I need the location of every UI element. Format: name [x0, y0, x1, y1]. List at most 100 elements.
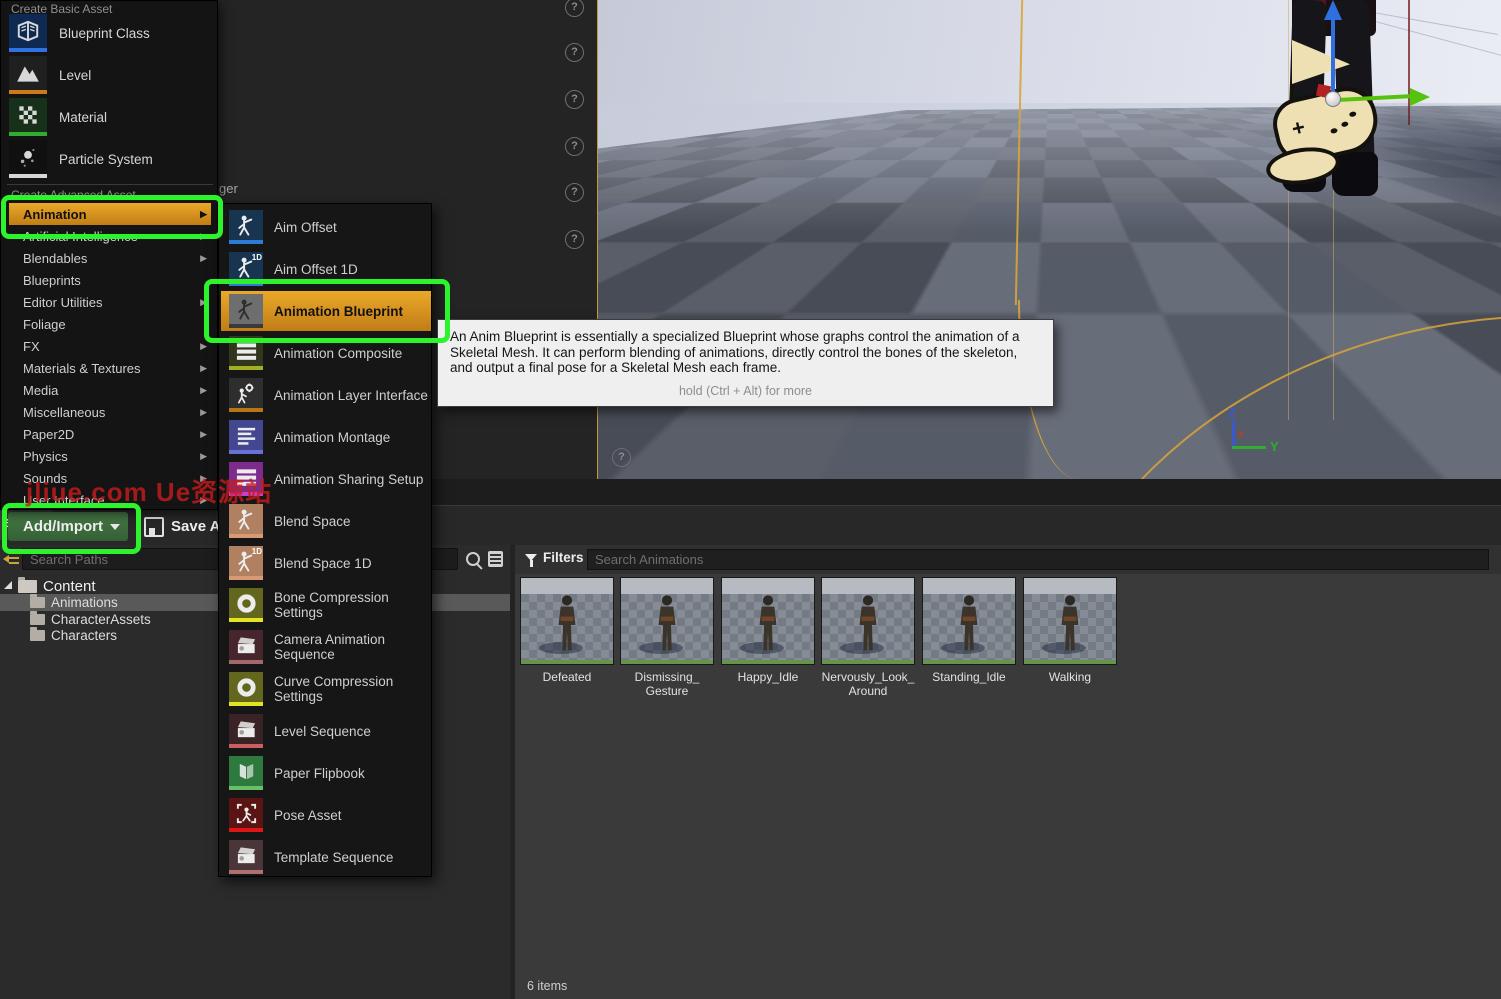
- menu-item-miscellaneous[interactable]: Miscellaneous ▶: [9, 401, 211, 423]
- menu-item-label: Animation Sharing Setup: [274, 472, 423, 487]
- menu-item-label: Aim Offset: [274, 220, 337, 235]
- viewport-help-icon[interactable]: ?: [612, 448, 631, 467]
- menu-item-particle-system[interactable]: Particle System: [9, 139, 211, 179]
- clipped-text-fragment: ger: [219, 181, 238, 196]
- help-icon[interactable]: ?: [565, 230, 584, 249]
- item-count-label: 6 items: [527, 979, 567, 993]
- menu-item-paper-flipbook[interactable]: Paper Flipbook: [221, 753, 429, 793]
- animation-layer-interface-icon: [229, 378, 263, 412]
- chevron-down-icon: [110, 524, 120, 530]
- menu-item-camera-animation-sequence[interactable]: Camera Animation Sequence: [221, 627, 429, 667]
- asset-label: Dismissing_ Gesture: [617, 670, 717, 698]
- menu-item-aim-offset-1d[interactable]: 1D Aim Offset 1D: [221, 249, 429, 289]
- submenu-arrow-icon: ▶: [200, 385, 207, 396]
- menu-item-materials-textures[interactable]: Materials & Textures ▶: [9, 357, 211, 379]
- menu-item-animation[interactable]: Animation ▶: [9, 203, 211, 225]
- material-icon: [9, 98, 47, 136]
- help-icon[interactable]: ?: [565, 43, 584, 62]
- menu-item-label: Blueprint Class: [59, 26, 150, 41]
- blend-space-1d-icon: 1D: [229, 546, 263, 580]
- menu-item-template-sequence[interactable]: Template Sequence: [221, 837, 429, 877]
- list-view-icon[interactable]: [488, 551, 503, 567]
- menu-item-aim-offset[interactable]: Aim Offset: [221, 207, 429, 247]
- menu-item-material[interactable]: Material: [9, 97, 211, 137]
- asset-tile-standing-idle[interactable]: Standing_Idle: [919, 577, 1019, 684]
- menu-item-animation-layer-interface[interactable]: Animation Layer Interface: [221, 375, 429, 415]
- pose-asset-icon: [229, 798, 263, 832]
- gizmo-origin-ball[interactable]: [1325, 91, 1341, 107]
- menu-item-user-interface[interactable]: User Interface ▶: [9, 489, 211, 511]
- help-icon[interactable]: ?: [565, 137, 584, 156]
- menu-item-blend-space[interactable]: Blend Space: [221, 501, 429, 541]
- asset-tile-dismissing-gesture[interactable]: Dismissing_ Gesture: [617, 577, 717, 698]
- menu-item-media[interactable]: Media ▶: [9, 379, 211, 401]
- menu-item-artificial-intelligence[interactable]: Artificial Intelligence ▶: [9, 225, 211, 247]
- menu-item-curve-compression-settings[interactable]: Curve Compression Settings: [221, 669, 429, 709]
- menu-item-foliage[interactable]: Foliage: [9, 313, 211, 335]
- menu-item-label: Aim Offset 1D: [274, 262, 358, 277]
- asset-filter-row: Filters: [515, 545, 1501, 574]
- search-icon[interactable]: [466, 552, 480, 566]
- menu-item-blendables[interactable]: Blendables ▶: [9, 247, 211, 269]
- submenu-arrow-icon: ▶: [200, 231, 207, 242]
- folder-icon: [30, 614, 45, 625]
- menu-item-bone-compression-settings[interactable]: Bone Compression Settings: [221, 585, 429, 625]
- help-icon[interactable]: ?: [565, 0, 584, 17]
- aim-offset-1d-icon: 1D: [229, 252, 263, 286]
- asset-tile-defeated[interactable]: Defeated: [517, 577, 617, 684]
- menu-item-label: Camera Animation Sequence: [274, 632, 429, 662]
- menu-item-label: Foliage: [23, 317, 66, 332]
- menu-item-animation-montage[interactable]: Animation Montage: [221, 417, 429, 457]
- menu-item-label: Level: [59, 68, 91, 83]
- help-icon[interactable]: ?: [565, 90, 584, 109]
- paper-flipbook-icon: [229, 756, 263, 790]
- submenu-arrow-icon: ▶: [200, 363, 207, 374]
- asset-thumbnail: [821, 577, 915, 665]
- tree-item-label: Characters: [51, 628, 117, 643]
- menu-item-label: Particle System: [59, 152, 153, 167]
- asset-label: Standing_Idle: [919, 670, 1019, 684]
- submenu-arrow-icon: ▶: [200, 451, 207, 462]
- gizmo-z-axis[interactable]: [1331, 18, 1335, 102]
- menu-item-label: Blueprints: [23, 273, 81, 288]
- menu-item-level-sequence[interactable]: Level Sequence: [221, 711, 429, 751]
- tooltip-hint: hold (Ctrl + Alt) for more: [450, 384, 1041, 398]
- menu-item-label: Level Sequence: [274, 724, 371, 739]
- asset-tile-happy-idle[interactable]: Happy_Idle: [718, 577, 818, 684]
- menu-item-blend-space-1d[interactable]: 1D Blend Space 1D: [221, 543, 429, 583]
- menu-item-blueprints[interactable]: Blueprints: [9, 269, 211, 291]
- viewport-3d[interactable]: + Z Y x ?: [597, 0, 1501, 481]
- menu-item-animation-blueprint[interactable]: Animation Blueprint: [221, 291, 431, 331]
- menu-item-label: Animation Blueprint: [274, 304, 403, 319]
- asset-label: Happy_Idle: [718, 670, 818, 684]
- submenu-arrow-icon: ▶: [200, 297, 207, 308]
- asset-thumbnail: [520, 577, 614, 665]
- menu-item-label: FX: [23, 339, 40, 354]
- gamepad-dpad: +: [1290, 118, 1312, 140]
- search-animations-input[interactable]: [587, 549, 1489, 570]
- add-import-label: Add/Import: [23, 518, 103, 535]
- menu-item-animation-composite[interactable]: Animation Composite: [221, 333, 429, 373]
- menu-item-label: Template Sequence: [274, 850, 393, 865]
- open-folder-icon: [18, 580, 37, 593]
- menu-item-level[interactable]: Level: [9, 55, 211, 95]
- menu-item-physics[interactable]: Physics ▶: [9, 445, 211, 467]
- submenu-arrow-icon: ▶: [200, 253, 207, 264]
- badge-1d: 1D: [252, 547, 262, 556]
- menu-item-pose-asset[interactable]: Pose Asset: [221, 795, 429, 835]
- tooltip-animation-blueprint: An Anim Blueprint is essentially a speci…: [437, 319, 1054, 407]
- add-import-button[interactable]: Add/Import: [8, 512, 128, 541]
- expand-arrow-icon[interactable]: [4, 581, 12, 589]
- animation-montage-icon: [229, 420, 263, 454]
- menu-item-fx[interactable]: FX ▶: [9, 335, 211, 357]
- asset-tile-nervously-look-around[interactable]: Nervously_Look_ Around: [818, 577, 918, 698]
- help-icon[interactable]: ?: [565, 183, 584, 202]
- menu-item-blueprint-class[interactable]: Blueprint Class: [9, 13, 211, 53]
- asset-tile-walking[interactable]: Walking: [1020, 577, 1120, 684]
- menu-item-animation-sharing-setup[interactable]: Animation Sharing Setup: [221, 459, 429, 499]
- collapse-sources-icon[interactable]: [3, 552, 19, 566]
- menu-item-editor-utilities[interactable]: Editor Utilities ▶: [9, 291, 211, 313]
- asset-thumbnail: [620, 577, 714, 665]
- menu-item-paper2d[interactable]: Paper2D ▶: [9, 423, 211, 445]
- menu-item-sounds[interactable]: Sounds ▶: [9, 467, 211, 489]
